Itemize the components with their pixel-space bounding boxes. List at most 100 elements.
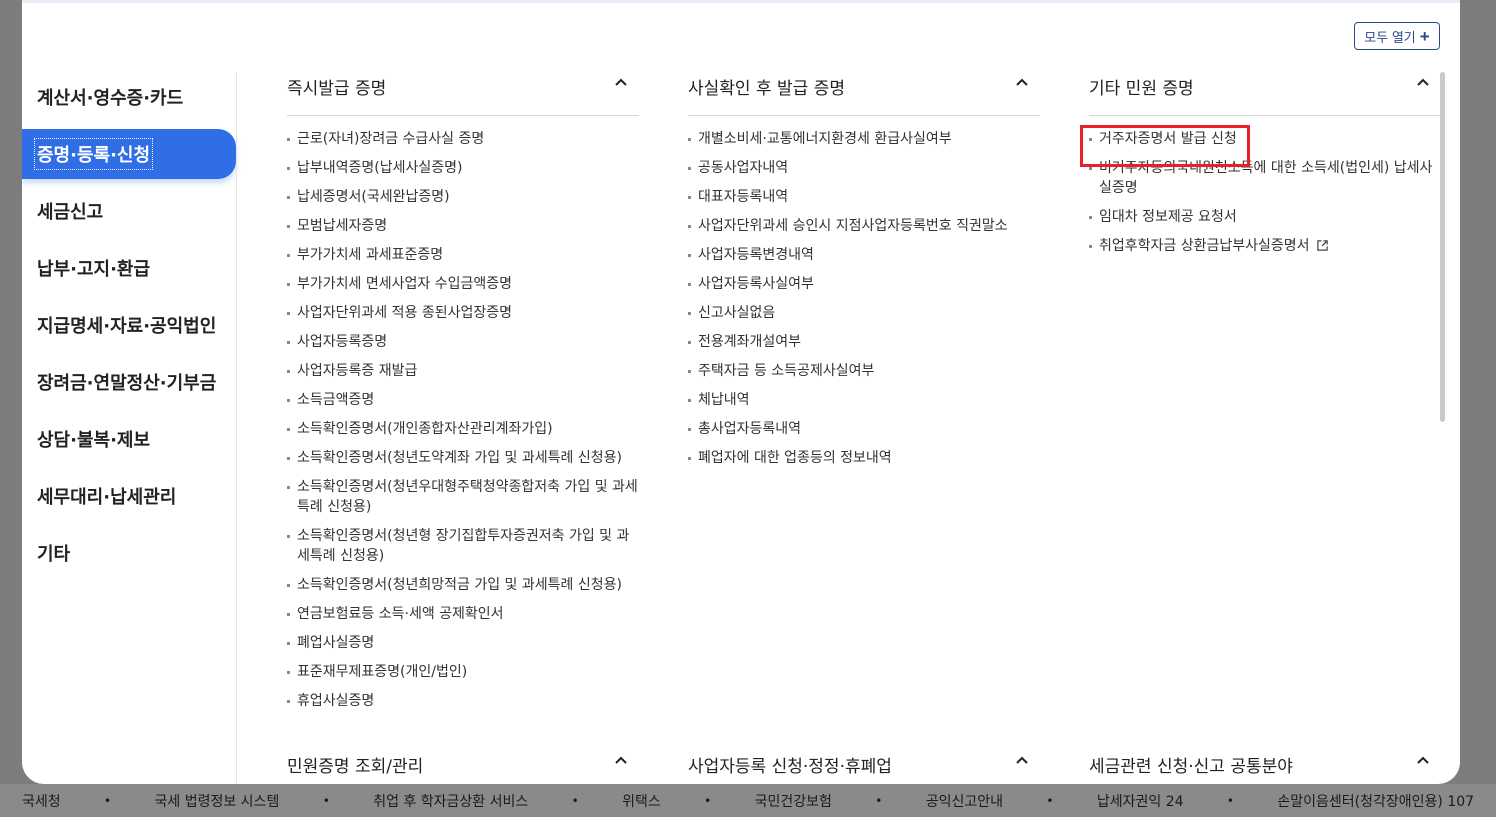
section-title: 기타 민원 증명 <box>1089 79 1194 99</box>
list-item[interactable]: 사업자단위과세 적용 종된사업장증명 <box>287 303 639 323</box>
sidebar-item-label: 장려금·연말정산·기부금 <box>37 373 217 394</box>
list-item[interactable]: 개별소비세·교통에너지환경세 환급사실여부 <box>688 129 1040 149</box>
list-item[interactable]: 부가가치세 면세사업자 수입금액증명 <box>287 274 639 294</box>
section-header[interactable]: 기타 민원 증명 <box>1089 72 1441 116</box>
sidebar-item-label: 계산서·영수증·카드 <box>37 88 184 109</box>
footer-separator: • <box>875 793 883 808</box>
sidebar-item-certificate-registration[interactable]: 증명·등록·신청 <box>22 129 236 179</box>
list-item[interactable]: 소득확인증명서(청년형 장기집합투자증권저축 가입 및 과세특례 신청용) <box>287 526 639 566</box>
footer-link-wetax[interactable]: 위택스 <box>622 791 661 811</box>
list-item[interactable]: 임대차 정보제공 요청서 <box>1089 207 1441 227</box>
list-item[interactable]: 근로(자녀)장려금 수급사실 증명 <box>287 129 639 149</box>
list-item[interactable]: 공동사업자내역 <box>688 158 1040 178</box>
section-title: 사업자등록 신청·정정·휴폐업 <box>688 757 892 777</box>
section-title: 사실확인 후 발급 증명 <box>688 79 845 99</box>
list-item-residency-certificate[interactable]: 거주자증명서 발급 신청 <box>1089 129 1441 149</box>
sidebar-item-consult-appeal-report[interactable]: 상담·불복·제보 <box>22 414 236 464</box>
list-item[interactable]: 사업자단위과세 승인시 지점사업자등록번호 직권말소 <box>688 216 1040 236</box>
category-sidebar: 계산서·영수증·카드 증명·등록·신청 세금신고 납부·고지·환급 지급명세·자… <box>22 72 236 784</box>
list-item[interactable]: 소득확인증명서(개인종합자산관리계좌가입) <box>287 419 639 439</box>
sidebar-item-label: 증명·등록·신청 <box>33 138 154 170</box>
sidebar-item-label: 기타 <box>37 544 71 565</box>
all-menu-modal: 모두 열기 + 계산서·영수증·카드 증명·등록·신청 세금신고 납부·고지·환… <box>22 0 1460 784</box>
footer-link-relay-center[interactable]: 손말이음센터(청각장애인용) 107 <box>1277 791 1474 811</box>
chevron-up-icon[interactable] <box>1014 74 1034 94</box>
sidebar-divider <box>236 72 237 784</box>
chevron-up-icon[interactable] <box>613 752 633 772</box>
footer-separator: • <box>322 793 330 808</box>
sidebar-item-invoice-receipt-card[interactable]: 계산서·영수증·카드 <box>22 72 236 122</box>
footer-links-bar: 국세청 • 국세 법령정보 시스템 • 취업 후 학자금상환 서비스 • 위택스… <box>0 784 1496 817</box>
sidebar-item-payment-statement[interactable]: 지급명세·자료·공익법인 <box>22 300 236 350</box>
list-item[interactable]: 사업자등록증 재발급 <box>287 361 639 381</box>
sidebar-item-tax-filing[interactable]: 세금신고 <box>22 186 236 236</box>
list-item[interactable]: 사업자등록사실여부 <box>688 274 1040 294</box>
list-item[interactable]: 표준재무제표증명(개인/법인) <box>287 662 639 682</box>
list-item[interactable]: 휴업사실증명 <box>287 691 639 711</box>
sidebar-item-label: 세무대리·납세관리 <box>37 487 177 508</box>
list-item[interactable]: 소득금액증명 <box>287 390 639 410</box>
section-title: 세금관련 신청·신고 공통분야 <box>1089 757 1293 777</box>
list-item[interactable]: 주택자금 등 소득공제사실여부 <box>688 361 1040 381</box>
list-item[interactable]: 사업자등록변경내역 <box>688 245 1040 265</box>
section-certificate-inquiry[interactable]: 민원증명 조회/관리 <box>287 752 639 782</box>
list-item[interactable]: 전용계좌개설여부 <box>688 332 1040 352</box>
section-title: 즉시발급 증명 <box>287 79 387 99</box>
list-item[interactable]: 폐업자에 대한 업종등의 정보내역 <box>688 448 1040 468</box>
list-item[interactable]: 총사업자등록내역 <box>688 419 1040 439</box>
chevron-up-icon[interactable] <box>613 74 633 94</box>
list-item[interactable]: 소득확인증명서(청년희망적금 가입 및 과세특례 신청용) <box>287 575 639 595</box>
scrollbar-thumb[interactable] <box>1440 72 1445 422</box>
section-item-list: 거주자증명서 발급 신청 비거주자등의국내원천소득에 대한 소득세(법인세) 납… <box>1089 129 1441 265</box>
sidebar-item-label: 세금신고 <box>37 202 104 223</box>
footer-link-nts[interactable]: 국세청 <box>22 791 61 811</box>
chevron-up-icon[interactable] <box>1415 752 1435 772</box>
sidebar-item-incentive-year-end[interactable]: 장려금·연말정산·기부금 <box>22 357 236 407</box>
footer-separator: • <box>1046 793 1054 808</box>
footer-link-student-loan[interactable]: 취업 후 학자금상환 서비스 <box>373 791 528 811</box>
footer-link-law-system[interactable]: 국세 법령정보 시스템 <box>155 791 280 811</box>
list-item[interactable]: 체납내역 <box>688 390 1040 410</box>
sidebar-item-tax-agent[interactable]: 세무대리·납세관리 <box>22 471 236 521</box>
section-tax-common-applications[interactable]: 세금관련 신청·신고 공통분야 <box>1089 752 1441 782</box>
sidebar-item-label: 상담·불복·제보 <box>37 430 151 451</box>
chevron-up-icon[interactable] <box>1014 752 1034 772</box>
list-item-external[interactable]: 취업후학자금 상환금납부사실증명서 <box>1089 236 1441 256</box>
list-item[interactable]: 소득확인증명서(청년도약계좌 가입 및 과세특례 신청용) <box>287 448 639 468</box>
section-item-list: 근로(자녀)장려금 수급사실 증명 납부내역증명(납세사실증명) 납세증명서(국… <box>287 129 639 720</box>
modal-top-border <box>22 0 1460 3</box>
list-item[interactable]: 납세증명서(국세완납증명) <box>287 187 639 207</box>
sidebar-item-etc[interactable]: 기타 <box>22 528 236 578</box>
expand-all-button[interactable]: 모두 열기 + <box>1354 22 1440 50</box>
section-business-registration[interactable]: 사업자등록 신청·정정·휴폐업 <box>688 752 1040 782</box>
sidebar-item-label: 지급명세·자료·공익법인 <box>37 316 217 337</box>
sidebar-item-label: 납부·고지·환급 <box>37 259 151 280</box>
section-item-list: 개별소비세·교통에너지환경세 환급사실여부 공동사업자내역 대표자등록내역 사업… <box>688 129 1040 477</box>
footer-link-taxpayer-rights[interactable]: 납세자권익 24 <box>1097 791 1184 811</box>
footer-separator: • <box>104 793 112 808</box>
list-item-label: 취업후학자금 상환금납부사실증명서 <box>1099 238 1310 254</box>
list-item[interactable]: 모범납세자증명 <box>287 216 639 236</box>
sidebar-item-payment-notice-refund[interactable]: 납부·고지·환급 <box>22 243 236 293</box>
list-item[interactable]: 사업자등록증명 <box>287 332 639 352</box>
footer-separator: • <box>571 793 579 808</box>
list-item[interactable]: 납부내역증명(납세사실증명) <box>287 158 639 178</box>
list-item[interactable]: 부가가치세 과세표준증명 <box>287 245 639 265</box>
external-link-icon <box>1316 238 1329 251</box>
list-item[interactable]: 비거주자등의국내원천소득에 대한 소득세(법인세) 납세사실증명 <box>1089 158 1441 198</box>
list-item[interactable]: 대표자등록내역 <box>688 187 1040 207</box>
footer-separator: • <box>704 793 712 808</box>
expand-all-label: 모두 열기 <box>1364 29 1416 45</box>
list-item[interactable]: 연금보험료등 소득·세액 공제확인서 <box>287 604 639 624</box>
list-item[interactable]: 소득확인증명서(청년우대형주택청약종합저축 가입 및 과세특례 신청용) <box>287 477 639 517</box>
footer-link-public-report[interactable]: 공익신고안내 <box>926 791 1003 811</box>
chevron-up-icon[interactable] <box>1415 74 1435 94</box>
section-header[interactable]: 사실확인 후 발급 증명 <box>688 72 1040 116</box>
list-item[interactable]: 신고사실없음 <box>688 303 1040 323</box>
section-header[interactable]: 즉시발급 증명 <box>287 72 639 116</box>
plus-icon: + <box>1419 26 1430 46</box>
footer-link-health-insurance[interactable]: 국민건강보험 <box>755 791 832 811</box>
footer-separator: • <box>1226 793 1234 808</box>
list-item[interactable]: 폐업사실증명 <box>287 633 639 653</box>
section-title: 민원증명 조회/관리 <box>287 757 424 777</box>
